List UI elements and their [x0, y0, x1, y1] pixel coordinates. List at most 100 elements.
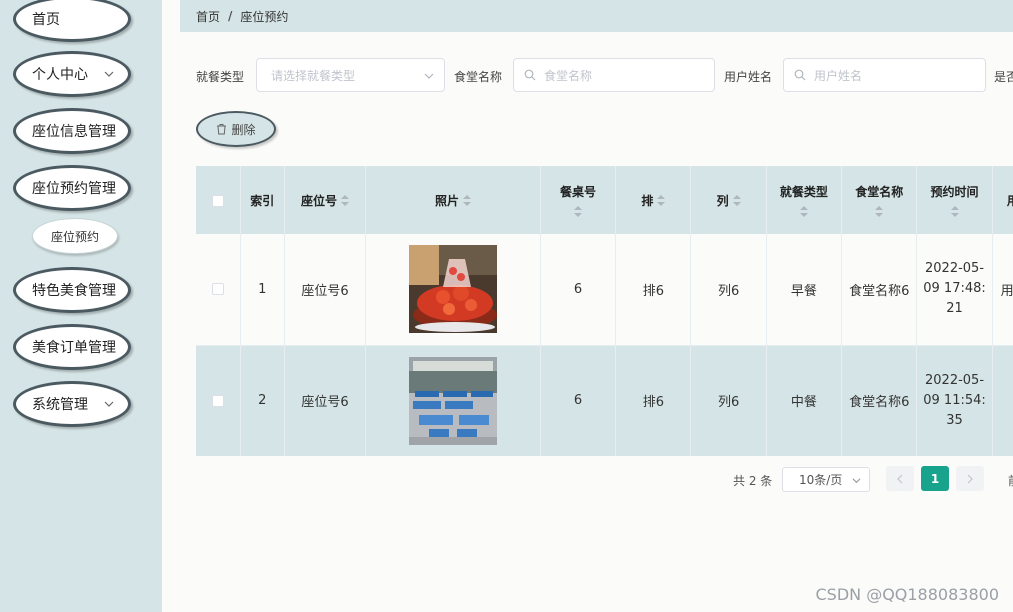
prev-page-button[interactable] [886, 466, 914, 491]
canteen-label: 食堂名称 [454, 70, 503, 84]
sort-icon[interactable] [950, 205, 959, 218]
pagination-total: 共 2 条 [733, 474, 773, 488]
header-table-no-cell[interactable]: 餐桌号 [540, 166, 617, 234]
header-meal-type: 就餐类型 [779, 184, 828, 199]
breadcrumb-home[interactable]: 首页 [196, 8, 220, 25]
watermark: CSDN @QQ188083800 [815, 585, 999, 604]
sort-icon[interactable] [875, 205, 884, 218]
time-date: 2022-05- [925, 372, 985, 388]
header-time-cell[interactable]: 预约时间 [916, 166, 993, 234]
breadcrumb-separator: / [228, 9, 233, 23]
next-page-button[interactable] [956, 466, 984, 491]
header-user: 用户 [992, 166, 1013, 234]
meal-type-select[interactable]: 请选择就餐类型 [256, 58, 445, 92]
trash-icon [217, 124, 227, 135]
submenu-seat-reservation-label: 座位预约 [50, 229, 99, 244]
time-s: 21 [946, 301, 963, 317]
cell-time: 2022-05- 09 11:54: 35 [916, 345, 993, 456]
cell-col: 列6 [690, 234, 767, 346]
menu-system-label: 系统管理 [32, 397, 88, 413]
delete-button[interactable]: 删除 [196, 111, 276, 147]
chevron-down-icon [852, 478, 861, 484]
submenu-seat-reservation[interactable]: 座位预约 [32, 218, 118, 254]
sort-icon[interactable] [574, 205, 583, 218]
delete-label: 删除 [231, 122, 256, 137]
header-index: 索引 [240, 166, 285, 234]
cell-user [992, 345, 1013, 456]
header-seat-no-cell[interactable]: 座位号 [284, 166, 367, 234]
cell-index: 2 [240, 345, 285, 456]
cell-photo [365, 234, 541, 346]
select-all-checkbox[interactable] [211, 194, 224, 207]
cell-row: 排6 [615, 345, 692, 456]
time-hm: 09 17:48: [923, 281, 986, 297]
header-photo-cell[interactable]: 照片 [365, 166, 541, 234]
chevron-down-icon [424, 73, 434, 79]
header-time: 预约时间 [930, 184, 979, 199]
header-col-cell[interactable]: 列 [690, 166, 767, 234]
header-meal-type-cell[interactable]: 就餐类型 [766, 166, 843, 234]
cell-meal-type: 早餐 [766, 234, 843, 346]
header-canteen-cell[interactable]: 食堂名称 [841, 166, 918, 234]
table-row: 2 座位号6 6 排6 列6 中餐 食堂名称6 2022-05- 09 11:5… [196, 345, 1013, 456]
sort-icon[interactable] [463, 195, 472, 207]
cell-meal-type: 中餐 [766, 345, 843, 456]
reservation-table: 索引 座位号 照片 餐桌号 排 列 就餐类型 食堂名称 预约时间 用户 1 座位… [196, 166, 1013, 456]
table-row: 1 座位号6 6 排6 列6 早餐 食堂名称6 2022-05- 09 17:4… [196, 234, 1013, 346]
breadcrumb: 首页 / 座位预约 [180, 0, 1013, 32]
sort-icon[interactable] [732, 195, 741, 207]
header-col: 列 [716, 193, 729, 208]
row-checkbox[interactable] [211, 283, 224, 296]
header-table-no: 餐桌号 [560, 184, 597, 199]
user-name-input[interactable]: 用户姓名 [783, 58, 986, 92]
canteen-input[interactable]: 食堂名称 [513, 58, 715, 92]
menu-home-label: 首页 [32, 12, 60, 28]
chevron-down-icon [104, 401, 114, 407]
sort-icon[interactable] [799, 205, 808, 218]
menu-home[interactable]: 首页 [13, 0, 131, 42]
cell-table-no: 6 [540, 234, 617, 346]
search-icon [524, 69, 536, 81]
page-size-select[interactable]: 10条/页 [782, 467, 870, 492]
header-canteen: 食堂名称 [855, 184, 904, 199]
strawberry-dessert-image[interactable] [409, 245, 498, 334]
menu-food-orders-label: 美食订单管理 [32, 340, 116, 356]
page-size-value: 10条/页 [799, 473, 843, 487]
select-all-cell [196, 166, 241, 234]
menu-seat-reservation-manage[interactable]: 座位预约管理 [13, 165, 131, 211]
menu-seat-info[interactable]: 座位信息管理 [13, 108, 131, 154]
sort-icon[interactable] [657, 195, 666, 207]
header-row-cell[interactable]: 排 [615, 166, 692, 234]
breadcrumb-current: 座位预约 [240, 9, 289, 24]
menu-seat-info-label: 座位信息管理 [32, 124, 116, 140]
time-date: 2022-05- [925, 261, 985, 277]
menu-seat-reservation-manage-label: 座位预约管理 [32, 181, 116, 197]
row-checkbox[interactable] [211, 394, 224, 407]
sidebar: 首页 个人中心 座位信息管理 座位预约管理 座位预约 特色美食管理 美食订单管理… [0, 0, 162, 612]
chevron-down-icon [104, 71, 114, 77]
cell-seat-no: 座位号6 [284, 234, 367, 346]
cell-time: 2022-05- 09 17:48: 21 [916, 234, 993, 346]
header-seat-no: 座位号 [301, 193, 338, 208]
menu-special-food-label: 特色美食管理 [32, 283, 116, 299]
menu-special-food[interactable]: 特色美食管理 [13, 267, 131, 313]
menu-personal-center[interactable]: 个人中心 [13, 51, 131, 97]
filter-label-cut: 是否 [994, 70, 1013, 84]
time-s: 35 [946, 412, 963, 428]
page-1-button[interactable]: 1 [921, 466, 949, 491]
user-name-placeholder: 用户姓名 [814, 68, 863, 83]
sort-icon[interactable] [341, 195, 350, 207]
canteen-hall-image[interactable] [409, 356, 498, 445]
meal-type-label: 就餐类型 [196, 70, 245, 84]
time-hm: 09 11:54: [923, 392, 986, 408]
user-name-label: 用户姓名 [724, 70, 773, 84]
search-icon [794, 69, 806, 81]
chevron-left-icon [897, 474, 903, 483]
menu-system[interactable]: 系统管理 [13, 381, 131, 427]
cell-canteen: 食堂名称6 [841, 345, 918, 456]
cell-canteen: 食堂名称6 [841, 234, 918, 346]
chevron-right-icon [967, 474, 973, 483]
cell-col: 列6 [690, 345, 767, 456]
menu-food-orders[interactable]: 美食订单管理 [13, 324, 131, 370]
header-photo: 照片 [435, 193, 460, 208]
